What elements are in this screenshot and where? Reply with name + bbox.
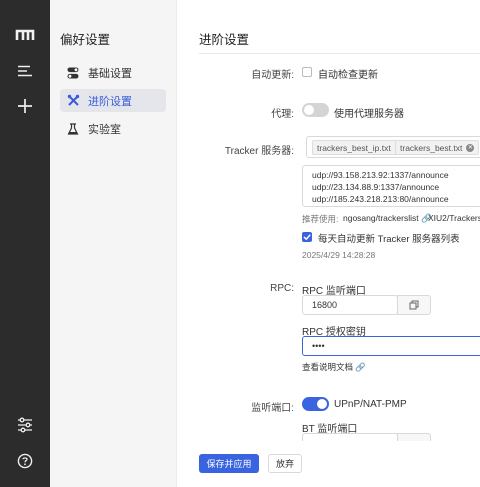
- tracker-server-line: udp://93.158.213.92:1337/announce: [312, 170, 449, 180]
- tracker-tag: trackers_best.txt ✕: [395, 140, 480, 155]
- upnp-toggle-label: UPnP/NAT-PMP: [334, 399, 407, 410]
- proxy-label: 代理:: [271, 109, 294, 120]
- sidebar-item-label: 进阶设置: [88, 95, 132, 108]
- icon-rail: [0, 0, 50, 487]
- rpc-secret-input[interactable]: ••••: [302, 336, 480, 356]
- rpc-port-input[interactable]: 16800: [302, 295, 398, 315]
- tracker-label: Tracker 服务器:: [224, 146, 294, 157]
- tools-icon: [66, 94, 80, 108]
- settings-sidebar: 偏好设置 基础设置 进阶设置 实验室: [50, 0, 177, 487]
- listen-port-label: 监听端口:: [251, 403, 294, 414]
- random-port-button[interactable]: [397, 295, 431, 315]
- settings-main: 进阶设置 自动更新: 自动检查更新 代理: 使用代理服务器 Tracker 服务…: [177, 0, 480, 487]
- page-title: 进阶设置: [199, 33, 250, 47]
- rpc-docs-link[interactable]: 查看说明文档 🔗: [302, 361, 366, 373]
- sidebar-item-advanced[interactable]: 进阶设置: [60, 89, 166, 112]
- sidebar-item-label: 实验室: [88, 123, 121, 136]
- discard-button[interactable]: 放弃: [268, 454, 302, 473]
- auto-update-checkbox-label: 自动检查更新: [318, 70, 378, 81]
- auto-update-checkbox[interactable]: [302, 67, 312, 77]
- recommend-prefix: 推荐使用:: [302, 214, 339, 224]
- tracker-auto-update-label: 每天自动更新 Tracker 服务器列表: [318, 234, 460, 245]
- copy-icon: [409, 300, 419, 310]
- tracker-auto-update-checkbox[interactable]: [302, 232, 312, 242]
- tag-remove-icon[interactable]: ✕: [466, 143, 475, 152]
- sliders-icon[interactable]: [0, 407, 50, 443]
- sidebar-title: 偏好设置: [60, 33, 111, 47]
- flask-icon: [66, 122, 80, 136]
- help-icon[interactable]: [0, 443, 50, 479]
- tracker-server-line: udp://185.243.218.213:80/announce: [312, 194, 449, 204]
- tracker-source-select[interactable]: trackers_best_ip.txt ✕ trackers_best.txt…: [306, 136, 480, 158]
- rpc-label: RPC:: [270, 283, 294, 294]
- sidebar-item-label: 基础设置: [88, 67, 132, 80]
- check-icon: [303, 234, 311, 241]
- sidebar-item-basic[interactable]: 基础设置: [60, 61, 166, 84]
- external-link-icon: 🔗: [355, 362, 366, 372]
- recommend-link-xiu2[interactable]: XIU2/TrackersListCollection: [428, 213, 480, 223]
- plus-icon[interactable]: [0, 88, 50, 124]
- tracker-last-updated: 2025/4/29 14:28:28: [302, 250, 376, 260]
- menu-icon[interactable]: [0, 53, 50, 89]
- proxy-toggle[interactable]: [302, 103, 329, 117]
- tracker-servers-textarea[interactable]: udp://93.158.213.92:1337/announce udp://…: [302, 165, 480, 207]
- tracker-server-line: udp://23.134.88.9:1337/announce: [312, 182, 440, 192]
- app-logo-icon[interactable]: [0, 17, 50, 53]
- save-apply-button[interactable]: 保存并应用: [199, 454, 259, 473]
- sidebar-item-lab[interactable]: 实验室: [60, 117, 166, 140]
- recommend-link-ngosang[interactable]: ngosang/trackerslist 🔗: [343, 213, 432, 224]
- auto-update-label: 自动更新:: [251, 70, 294, 81]
- upnp-toggle[interactable]: [302, 397, 329, 411]
- tracker-tag: trackers_best_ip.txt ✕: [312, 140, 408, 155]
- divider: [199, 53, 480, 54]
- toggle-switch-icon: [66, 66, 80, 80]
- proxy-toggle-label: 使用代理服务器: [334, 109, 404, 120]
